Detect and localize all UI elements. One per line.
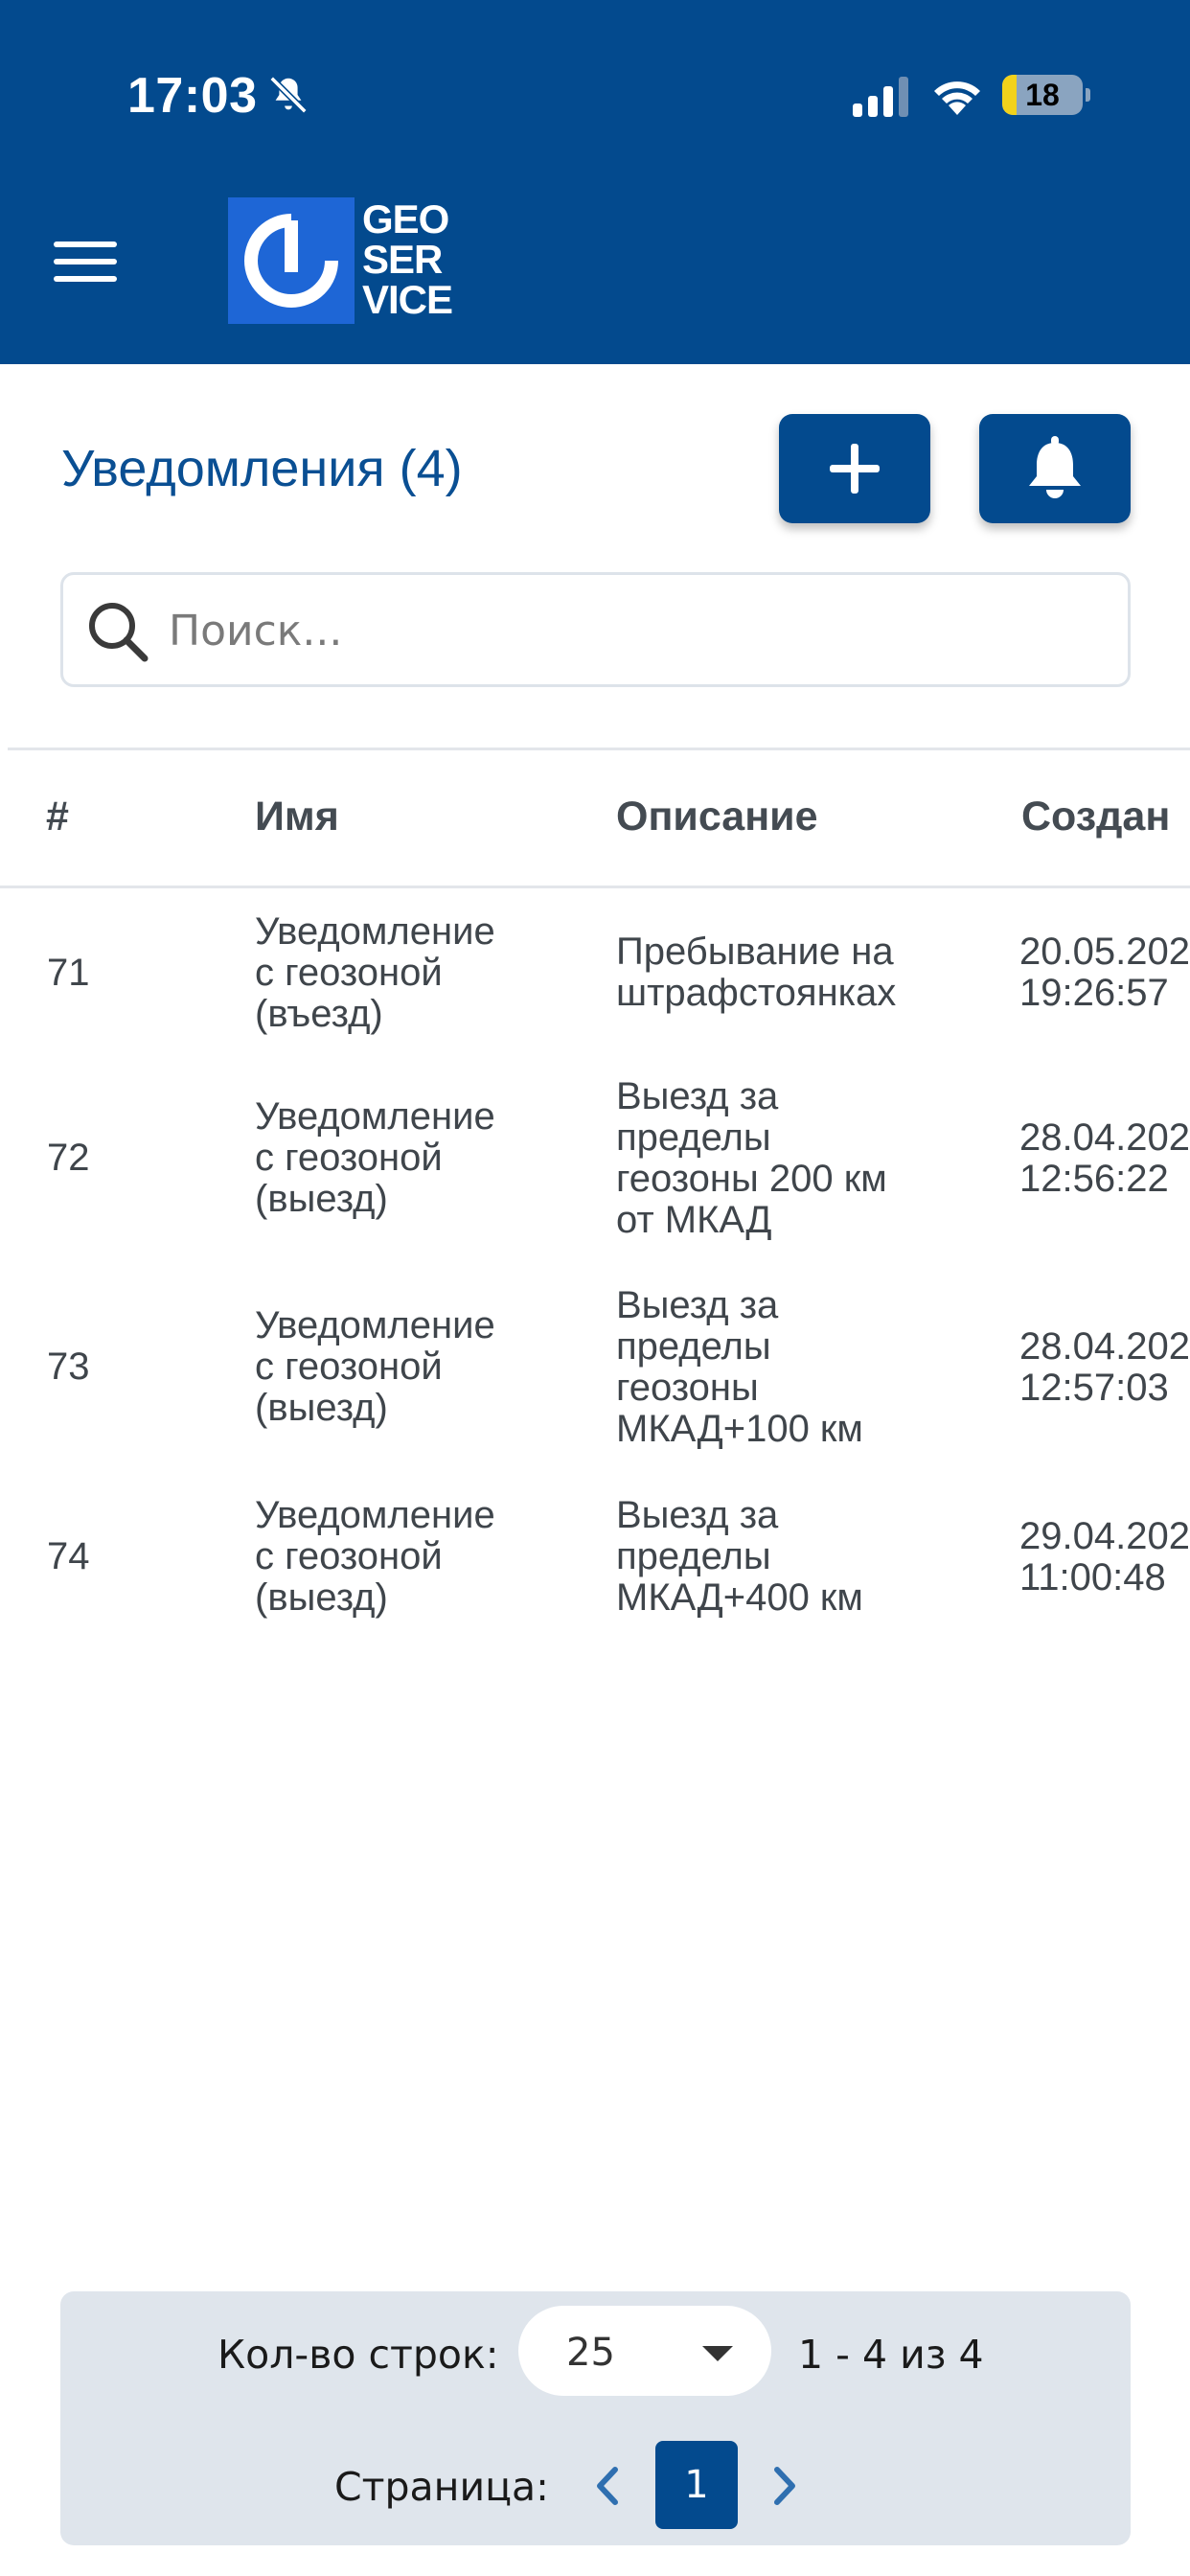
pagination-panel: Кол-во строк: 25 1 - 4 из 4 Страница: 1 [60, 2291, 1131, 2545]
logo-text-line2: SER [362, 237, 443, 282]
cell-description-line: Выезд за [616, 1284, 779, 1326]
notifications-bell-button[interactable] [979, 414, 1131, 523]
cell-created-time: 11:00:48 [1019, 1556, 1166, 1598]
cell-name: Уведомление с геозоной (выезд) [255, 1495, 571, 1619]
cell-id: 72 [47, 1137, 90, 1179]
status-time: 17:03 [127, 68, 258, 124]
cell-name-line: с геозоной [255, 1535, 443, 1577]
cell-id: 73 [47, 1346, 90, 1388]
cell-name-line: Уведомление [255, 910, 495, 953]
cell-name-line: с геозоной [255, 1346, 443, 1388]
mute-bell-icon [269, 76, 308, 114]
plus-icon [830, 444, 880, 494]
logo-text-line3: VICE [362, 277, 453, 322]
cell-name: Уведомление с геозоной (выезд) [255, 1305, 571, 1429]
column-header-created[interactable]: Создан [1021, 794, 1170, 840]
rows-range-text: 1 - 4 из 4 [798, 2332, 984, 2378]
cell-description-line: пределы [616, 1535, 771, 1577]
hamburger-icon[interactable] [54, 238, 121, 286]
cell-description: Выезд за пределы МКАД+400 км [616, 1495, 980, 1619]
cell-description-line: от МКАД [616, 1199, 772, 1241]
cell-created-date: 28.04.202 [1019, 1326, 1190, 1368]
cell-name-line: (въезд) [255, 993, 383, 1035]
column-header-description[interactable]: Описание [616, 794, 818, 840]
cell-name: Уведомление с геозоной (выезд) [255, 1096, 571, 1220]
page-label: Страница: [334, 2464, 549, 2510]
cell-description-line: геозоны [616, 1367, 759, 1409]
cell-description: Выезд за пределы геозоны 200 км от МКАД [616, 1076, 980, 1241]
signal-icon [853, 77, 908, 117]
column-header-name[interactable]: Имя [255, 794, 339, 840]
app-logo[interactable]: GEO SER VICE [228, 197, 468, 328]
cell-description: Выезд за пределы геозоны МКАД+100 км [616, 1285, 980, 1450]
cell-created: 28.04.202 12:57:03 [1019, 1326, 1190, 1409]
logo-text-line1: GEO [362, 196, 449, 242]
cell-name-line: (выезд) [255, 1178, 388, 1220]
table-header-divider [0, 886, 1190, 888]
cell-created-time: 12:57:03 [1019, 1367, 1169, 1409]
cell-description-line: МКАД+100 км [616, 1408, 863, 1450]
chevron-right-icon[interactable] [766, 2462, 804, 2510]
cell-name-line: Уведомление [255, 1304, 495, 1346]
cell-name: Уведомление с геозоной (въезд) [255, 911, 571, 1035]
cell-created-time: 19:26:57 [1019, 972, 1169, 1014]
cell-description-line: Пребывание на [616, 931, 894, 973]
cell-created-date: 29.04.202 [1019, 1516, 1190, 1557]
logo-text: GEO SER VICE [362, 196, 453, 322]
cell-id: 74 [47, 1535, 90, 1577]
column-header-id[interactable]: # [46, 794, 69, 840]
table-row[interactable]: 73 Уведомление с геозоной (выезд) Выезд … [0, 1285, 1190, 1467]
current-page-button[interactable]: 1 [655, 2441, 738, 2529]
table-row[interactable]: 71 Уведомление с геозоной (въезд) Пребыв… [0, 905, 1190, 1048]
cell-name-line: с геозоной [255, 952, 443, 994]
cell-name-line: Уведомление [255, 1095, 495, 1138]
add-notification-button[interactable] [779, 414, 930, 523]
cell-created: 29.04.202 11:00:48 [1019, 1516, 1190, 1598]
cell-created-date: 28.04.202 [1019, 1117, 1190, 1159]
divider [8, 748, 1190, 750]
logo-mark [228, 197, 355, 324]
rows-per-page-label: Кол-во строк: [217, 2332, 499, 2378]
cell-description-line: МКАД+400 км [616, 1576, 863, 1619]
cell-created-time: 12:56:22 [1019, 1158, 1169, 1200]
rows-per-page-value: 25 [566, 2331, 615, 2375]
top-app-bar: 17:03 18 GEO SER VICE [0, 0, 1190, 364]
chevron-left-icon[interactable] [588, 2462, 627, 2510]
search-box[interactable] [60, 572, 1131, 687]
rows-per-page-select[interactable]: 25 [518, 2306, 771, 2396]
wifi-icon [934, 81, 980, 115]
cell-description-line: геозоны 200 км [616, 1158, 887, 1200]
app-screen: 17:03 18 GEO SER VICE Уведомления (4) По… [0, 0, 1190, 2576]
cell-name-line: Уведомление [255, 1494, 495, 1536]
bell-icon [1029, 436, 1081, 498]
cell-description: Пребывание на штрафстоянках [616, 932, 980, 1014]
table-row[interactable]: 74 Уведомление с геозоной (выезд) Выезд … [0, 1495, 1190, 1648]
search-input[interactable] [169, 594, 1108, 667]
cell-description-line: Выезд за [616, 1494, 779, 1536]
page-title: Уведомления (4) [61, 440, 463, 497]
battery-level: 18 [1025, 78, 1060, 112]
cell-name-line: (выезд) [255, 1576, 388, 1619]
cell-id: 71 [47, 952, 90, 994]
chevron-down-icon [702, 2346, 733, 2361]
cell-description-line: пределы [616, 1325, 771, 1368]
cell-name-line: с геозоной [255, 1137, 443, 1179]
cell-description-line: штрафстоянках [616, 972, 897, 1014]
table-row[interactable]: 72 Уведомление с геозоной (выезд) Выезд … [0, 1076, 1190, 1258]
cell-description-line: пределы [616, 1116, 771, 1159]
battery-icon: 18 [1002, 75, 1083, 115]
cell-created: 28.04.202 12:56:22 [1019, 1117, 1190, 1200]
cell-description-line: Выезд за [616, 1075, 779, 1117]
battery-tip [1086, 88, 1090, 102]
cell-created-date: 20.05.202 [1019, 932, 1190, 973]
cell-name-line: (выезд) [255, 1387, 388, 1429]
cell-created: 20.05.202 19:26:57 [1019, 932, 1190, 1014]
search-icon [89, 603, 149, 662]
